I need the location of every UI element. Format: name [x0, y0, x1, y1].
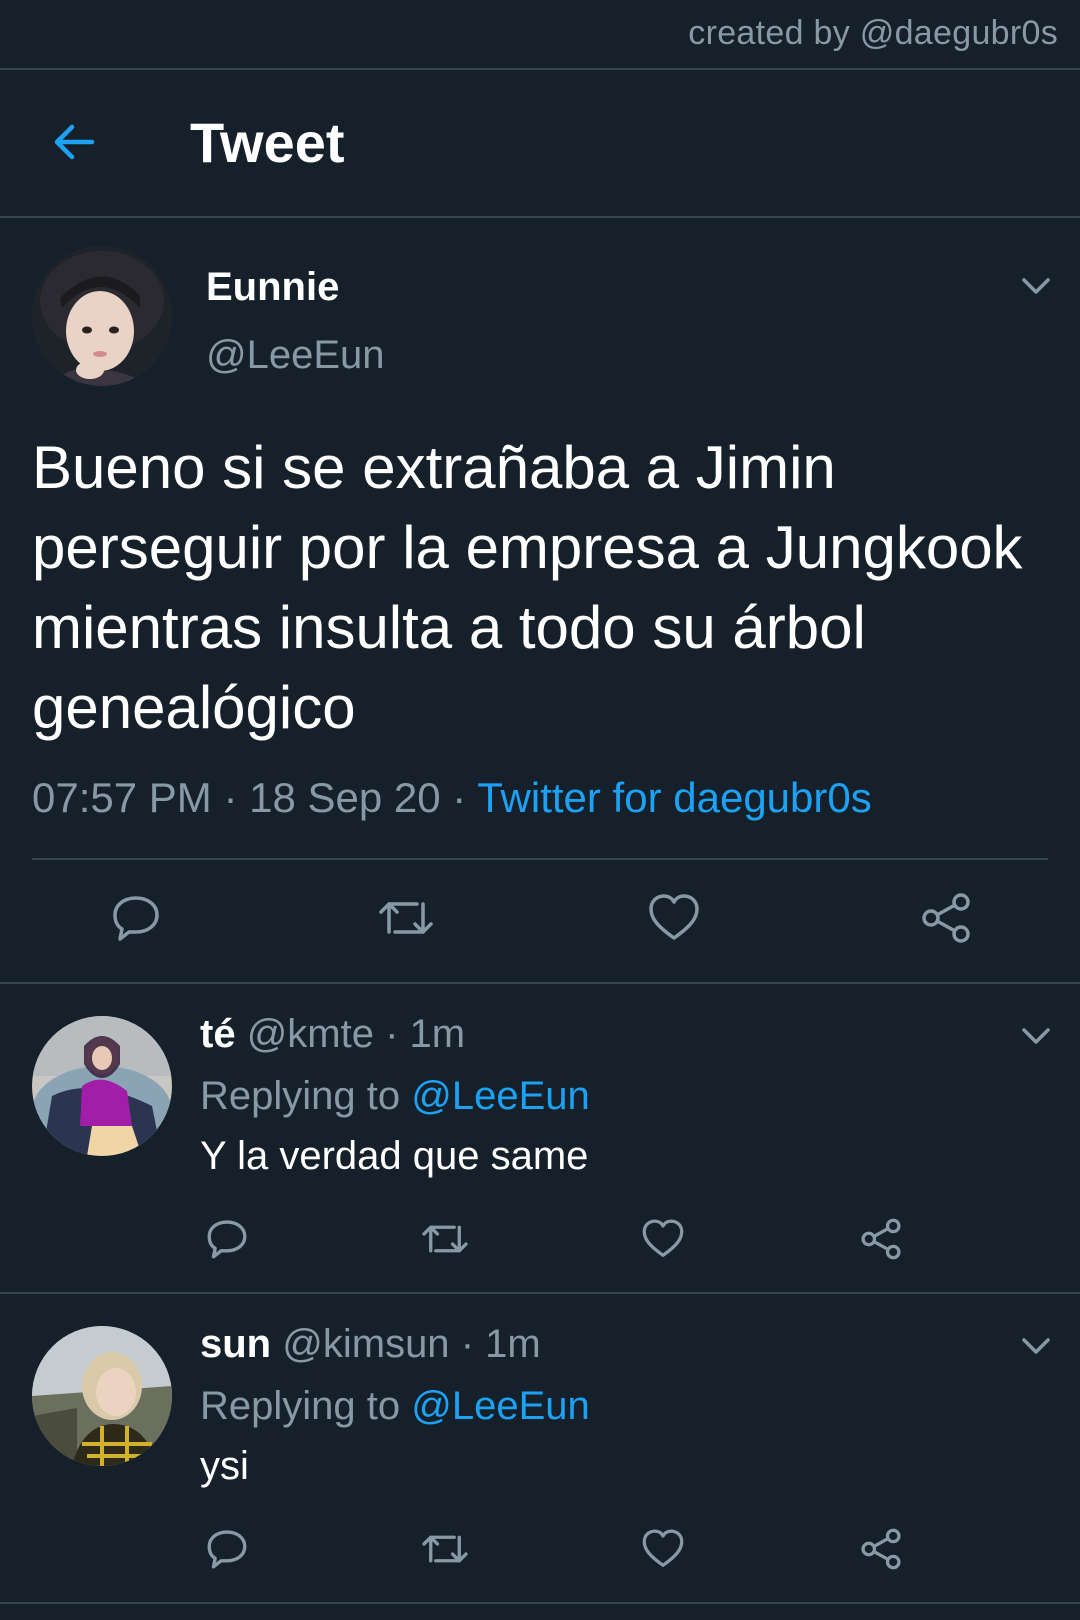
chevron-down-icon[interactable] [1018, 274, 1054, 298]
retweet-button[interactable] [374, 890, 438, 946]
retweet-icon [422, 1225, 468, 1253]
divider [0, 216, 1080, 218]
chevron-down-icon[interactable] [1018, 1024, 1054, 1048]
heart-icon [642, 1219, 684, 1257]
reply-author-handle[interactable]: @kmte [247, 1012, 374, 1056]
share-icon [861, 1218, 901, 1260]
retweet-icon [379, 902, 433, 934]
author-handle[interactable]: @LeeEun [206, 333, 385, 378]
reply-icon [113, 896, 159, 941]
reply-text: Y la verdad que same [200, 1134, 589, 1178]
back-button[interactable] [46, 114, 102, 170]
replying-to: Replying to @LeeEun [200, 1074, 590, 1119]
heart-icon [649, 894, 699, 940]
share-icon [861, 1528, 901, 1570]
avatar[interactable] [32, 246, 172, 386]
reply-button[interactable] [204, 1526, 250, 1572]
share-button[interactable] [918, 890, 974, 946]
page-title: Tweet [190, 111, 345, 174]
mention-link[interactable]: @LeeEun [411, 1074, 590, 1118]
avatar[interactable] [32, 1326, 172, 1466]
like-button[interactable] [646, 890, 702, 946]
reply-button[interactable] [108, 890, 164, 946]
tweet-source-link[interactable]: Twitter for daegubr0s [477, 774, 872, 821]
tweet-meta: 07:57 PM · 18 Sep 20 · Twitter for daegu… [32, 774, 872, 822]
share-icon [922, 893, 970, 943]
reply-author-handle[interactable]: @kimsun [282, 1322, 449, 1366]
avatar[interactable] [32, 1016, 172, 1156]
heart-icon [642, 1529, 684, 1567]
mention-link[interactable]: @LeeEun [411, 1384, 590, 1428]
share-button[interactable] [858, 1526, 904, 1572]
divider [0, 1602, 1080, 1604]
like-button[interactable] [640, 1526, 686, 1572]
divider [0, 68, 1080, 70]
divider [0, 982, 1080, 984]
meta-separator: · [440, 774, 478, 821]
retweet-icon [422, 1535, 468, 1563]
reply-author-name[interactable]: sun [200, 1322, 271, 1366]
replying-to: Replying to @LeeEun [200, 1384, 590, 1429]
divider [0, 1292, 1080, 1294]
author-name[interactable]: Eunnie [206, 265, 339, 310]
share-button[interactable] [858, 1216, 904, 1262]
chevron-down-icon[interactable] [1018, 1334, 1054, 1358]
reply-age: · 1m [385, 1012, 466, 1056]
reply-button[interactable] [204, 1216, 250, 1262]
retweet-button[interactable] [418, 1526, 472, 1572]
reply-icon [207, 1530, 247, 1569]
divider [32, 858, 1048, 860]
arrow-left-icon [54, 124, 95, 160]
reply-header: sun @kimsun · 1m [200, 1322, 541, 1367]
watermark-credit: created by @daegubr0s [688, 14, 1058, 52]
like-button[interactable] [640, 1216, 686, 1262]
reply-author-name[interactable]: té [200, 1012, 236, 1056]
tweet-date: 18 Sep 20 [249, 774, 441, 821]
tweet-text: Bueno si se extrañaba a Jimin perseguir … [32, 434, 1023, 741]
tweet-time: 07:57 PM [32, 774, 212, 821]
reply-age: · 1m [460, 1322, 541, 1366]
meta-separator: · [211, 774, 250, 821]
replying-label: Replying to [200, 1074, 401, 1118]
retweet-button[interactable] [418, 1216, 472, 1262]
reply-header: té @kmte · 1m [200, 1012, 465, 1057]
reply-icon [207, 1220, 247, 1259]
reply-text: ysi [200, 1444, 249, 1488]
replying-label: Replying to [200, 1384, 401, 1428]
